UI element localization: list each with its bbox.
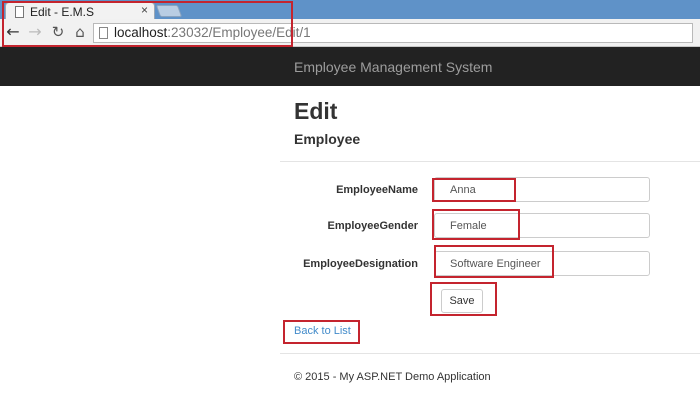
highlight-employee-gender [432,209,520,240]
highlight-employee-name [432,178,516,202]
footer-text: © 2015 - My ASP.NET Demo Application [294,371,491,383]
highlight-back-to-list [283,320,360,344]
highlight-employee-designation [434,245,554,278]
footer-divider [280,353,700,354]
employee-name-label: EmployeeName [336,184,418,196]
employee-gender-label: EmployeeGender [327,220,418,232]
site-navbar: Employee Management System [0,47,700,86]
site-brand[interactable]: Employee Management System [294,59,492,75]
highlight-browser-tab-url [2,1,293,47]
highlight-save-button [430,282,497,316]
page-subtitle: Employee [294,131,361,147]
divider [280,161,700,162]
employee-designation-label: EmployeeDesignation [303,258,418,270]
page-title: Edit [294,98,338,124]
